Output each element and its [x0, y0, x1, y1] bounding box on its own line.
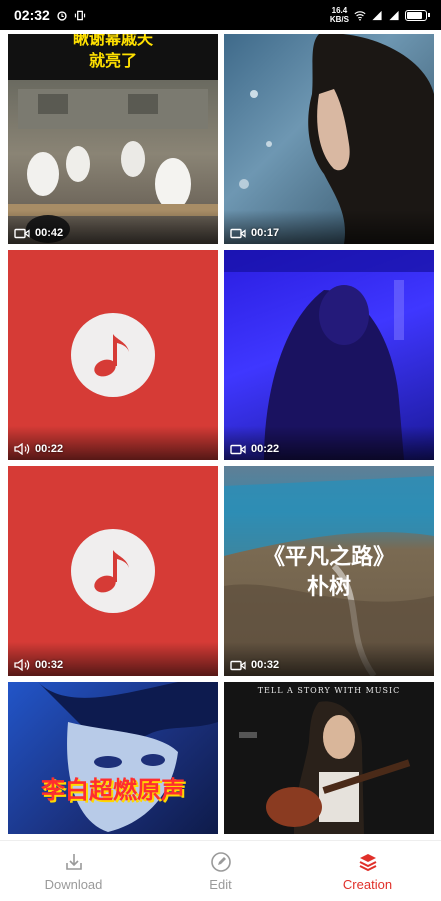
- signal-icon-2: [389, 10, 399, 20]
- edit-icon: [210, 851, 231, 872]
- alarm-icon: [57, 10, 67, 21]
- nav-edit-label: Edit: [209, 876, 232, 892]
- duration-label: 00:22: [230, 443, 279, 455]
- duration-label: 00:22: [14, 443, 63, 455]
- download-icon: [65, 853, 82, 870]
- duration-label: 00:32: [14, 659, 63, 671]
- video-camera-icon: [230, 228, 246, 238]
- tile-caption: 李白超燃原声: [41, 775, 185, 804]
- duration-label: 00:17: [230, 227, 279, 239]
- status-time: 02:32: [14, 7, 50, 23]
- media-tile[interactable]: 00:17: [224, 34, 434, 244]
- vibrate-icon: [74, 10, 85, 20]
- nav-creation[interactable]: Creation: [294, 841, 441, 901]
- media-tile[interactable]: 00:22: [224, 250, 434, 460]
- media-tile[interactable]: 《平凡之路》 朴树 00:32: [224, 466, 434, 676]
- media-tile[interactable]: 00:22: [8, 250, 218, 460]
- signal-icon-1: [372, 10, 382, 20]
- media-tile[interactable]: 瞅谢幂戚天 就亮了 00:42: [8, 34, 218, 244]
- tile-caption: 《平凡之路》 朴树: [262, 544, 395, 600]
- bottom-nav: Download Edit Creation: [0, 840, 441, 901]
- video-thumbnail: [239, 701, 411, 834]
- nav-edit[interactable]: Edit: [147, 841, 294, 901]
- nav-download[interactable]: Download: [0, 841, 147, 901]
- battery-icon: [405, 9, 430, 21]
- layers-icon: [359, 853, 376, 871]
- media-grid: 瞅谢幂戚天 就亮了 00:42 00:17 00:22 00:22 00:32 …: [0, 30, 441, 840]
- media-tile[interactable]: 李白超燃原声: [8, 682, 218, 834]
- video-thumbnail: [38, 682, 218, 832]
- video-camera-icon: [230, 660, 246, 670]
- speaker-icon: [14, 443, 30, 455]
- duration-label: 00:42: [14, 227, 63, 239]
- music-note-icon: [71, 313, 155, 397]
- music-note-icon: [71, 529, 155, 613]
- video-camera-icon: [14, 228, 30, 238]
- speaker-icon: [14, 659, 30, 671]
- nav-creation-label: Creation: [342, 876, 393, 892]
- media-tile[interactable]: TELL A STORY WITH MUSIC: [224, 682, 434, 834]
- wifi-icon: [354, 10, 366, 21]
- nav-download-label: Download: [44, 876, 103, 892]
- network-speed: 16.4 KB/S: [329, 6, 349, 24]
- video-camera-icon: [230, 444, 246, 454]
- duration-label: 00:32: [230, 659, 279, 671]
- status-bar: 02:32 16.4 KB/S: [0, 0, 441, 30]
- media-tile[interactable]: 00:32: [8, 466, 218, 676]
